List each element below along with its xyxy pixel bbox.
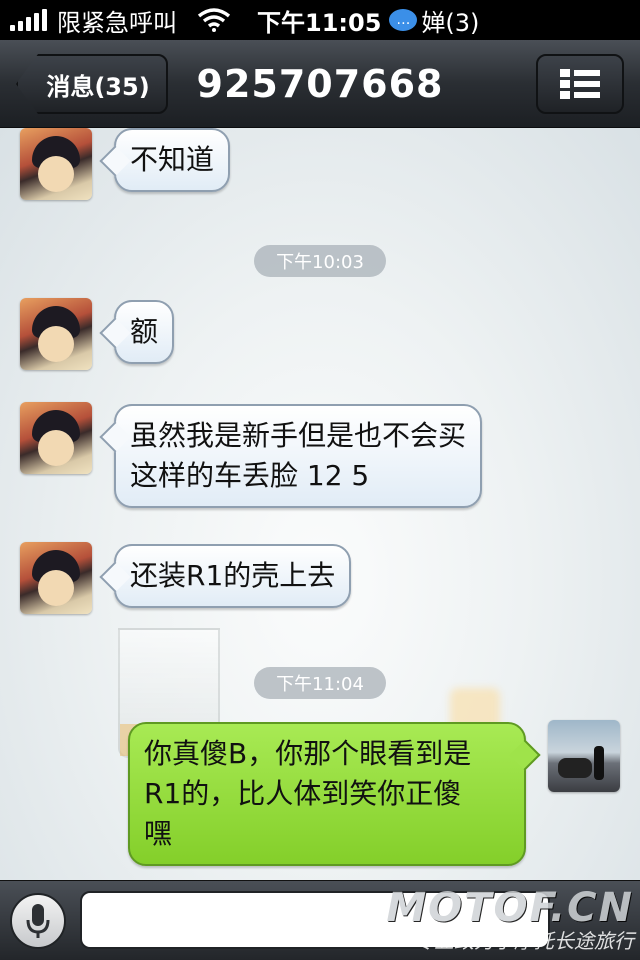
voice-button[interactable] xyxy=(10,893,66,949)
message-text-line: 嘿 xyxy=(144,817,173,850)
incoming-message[interactable]: 不知道 xyxy=(114,128,231,192)
carrier-label: 限紧急呼叫 xyxy=(57,8,177,37)
back-button[interactable]: 消息(35) xyxy=(16,54,168,114)
message-text: 不知道 xyxy=(130,143,215,176)
outgoing-message[interactable]: 你真傻B，你那个眼看到是 R1的，比人体到笑你正傻 嘿 xyxy=(128,722,526,866)
contact-avatar[interactable] xyxy=(20,298,92,370)
incoming-message[interactable]: 虽然我是新手但是也不会买 这样的车丢脸 12 5 xyxy=(114,404,483,508)
message-text: 还装R1的壳上去 xyxy=(130,559,336,592)
message-text-line: 这样的车丢脸 12 5 xyxy=(130,459,370,492)
microphone-icon xyxy=(26,904,50,938)
nav-bar: 消息(35) 925707668 xyxy=(0,40,640,128)
status-time: 下午11:05 xyxy=(257,8,382,37)
chat-title: 925707668 xyxy=(196,62,444,106)
contact-avatar[interactable] xyxy=(20,128,92,200)
incoming-message[interactable]: 还装R1的壳上去 xyxy=(114,544,352,608)
signal-strength-icon xyxy=(10,9,47,31)
list-icon xyxy=(560,69,600,99)
watermark-slogan: 专业致力于摩托长途旅行 xyxy=(414,929,634,953)
message-text-line: 你真傻B，你那个眼看到是 xyxy=(144,737,472,770)
my-avatar[interactable] xyxy=(548,720,620,792)
back-button-label: 消息(35) xyxy=(46,72,150,101)
watermark: MOTOF.CN 专业致力于摩托长途旅行 xyxy=(386,887,634,953)
notification-label: 婵(3) xyxy=(421,8,480,37)
message-notification-icon: … xyxy=(389,9,418,31)
wifi-icon xyxy=(197,8,231,32)
status-bar: 限紧急呼叫 下午11:05 … 婵(3) xyxy=(0,0,640,40)
message-text: 额 xyxy=(130,315,159,348)
message-text-line: R1的，比人体到笑你正傻 xyxy=(144,777,462,810)
watermark-logo: MOTOF.CN xyxy=(386,885,634,931)
menu-button[interactable] xyxy=(536,54,624,114)
chat-area[interactable]: 不知道 下午10:03 额 虽然我是新手但是也不会买 这样的车丢脸 12 5 还… xyxy=(0,128,640,880)
message-timestamp: 下午10:03 xyxy=(254,245,386,277)
incoming-message[interactable]: 额 xyxy=(114,300,175,364)
message-timestamp: 下午11:04 xyxy=(254,667,386,699)
message-text-line: 虽然我是新手但是也不会买 xyxy=(130,419,467,452)
input-bar: MOTOF.CN 专业致力于摩托长途旅行 xyxy=(0,880,640,960)
contact-avatar[interactable] xyxy=(20,402,92,474)
contact-avatar[interactable] xyxy=(20,542,92,614)
